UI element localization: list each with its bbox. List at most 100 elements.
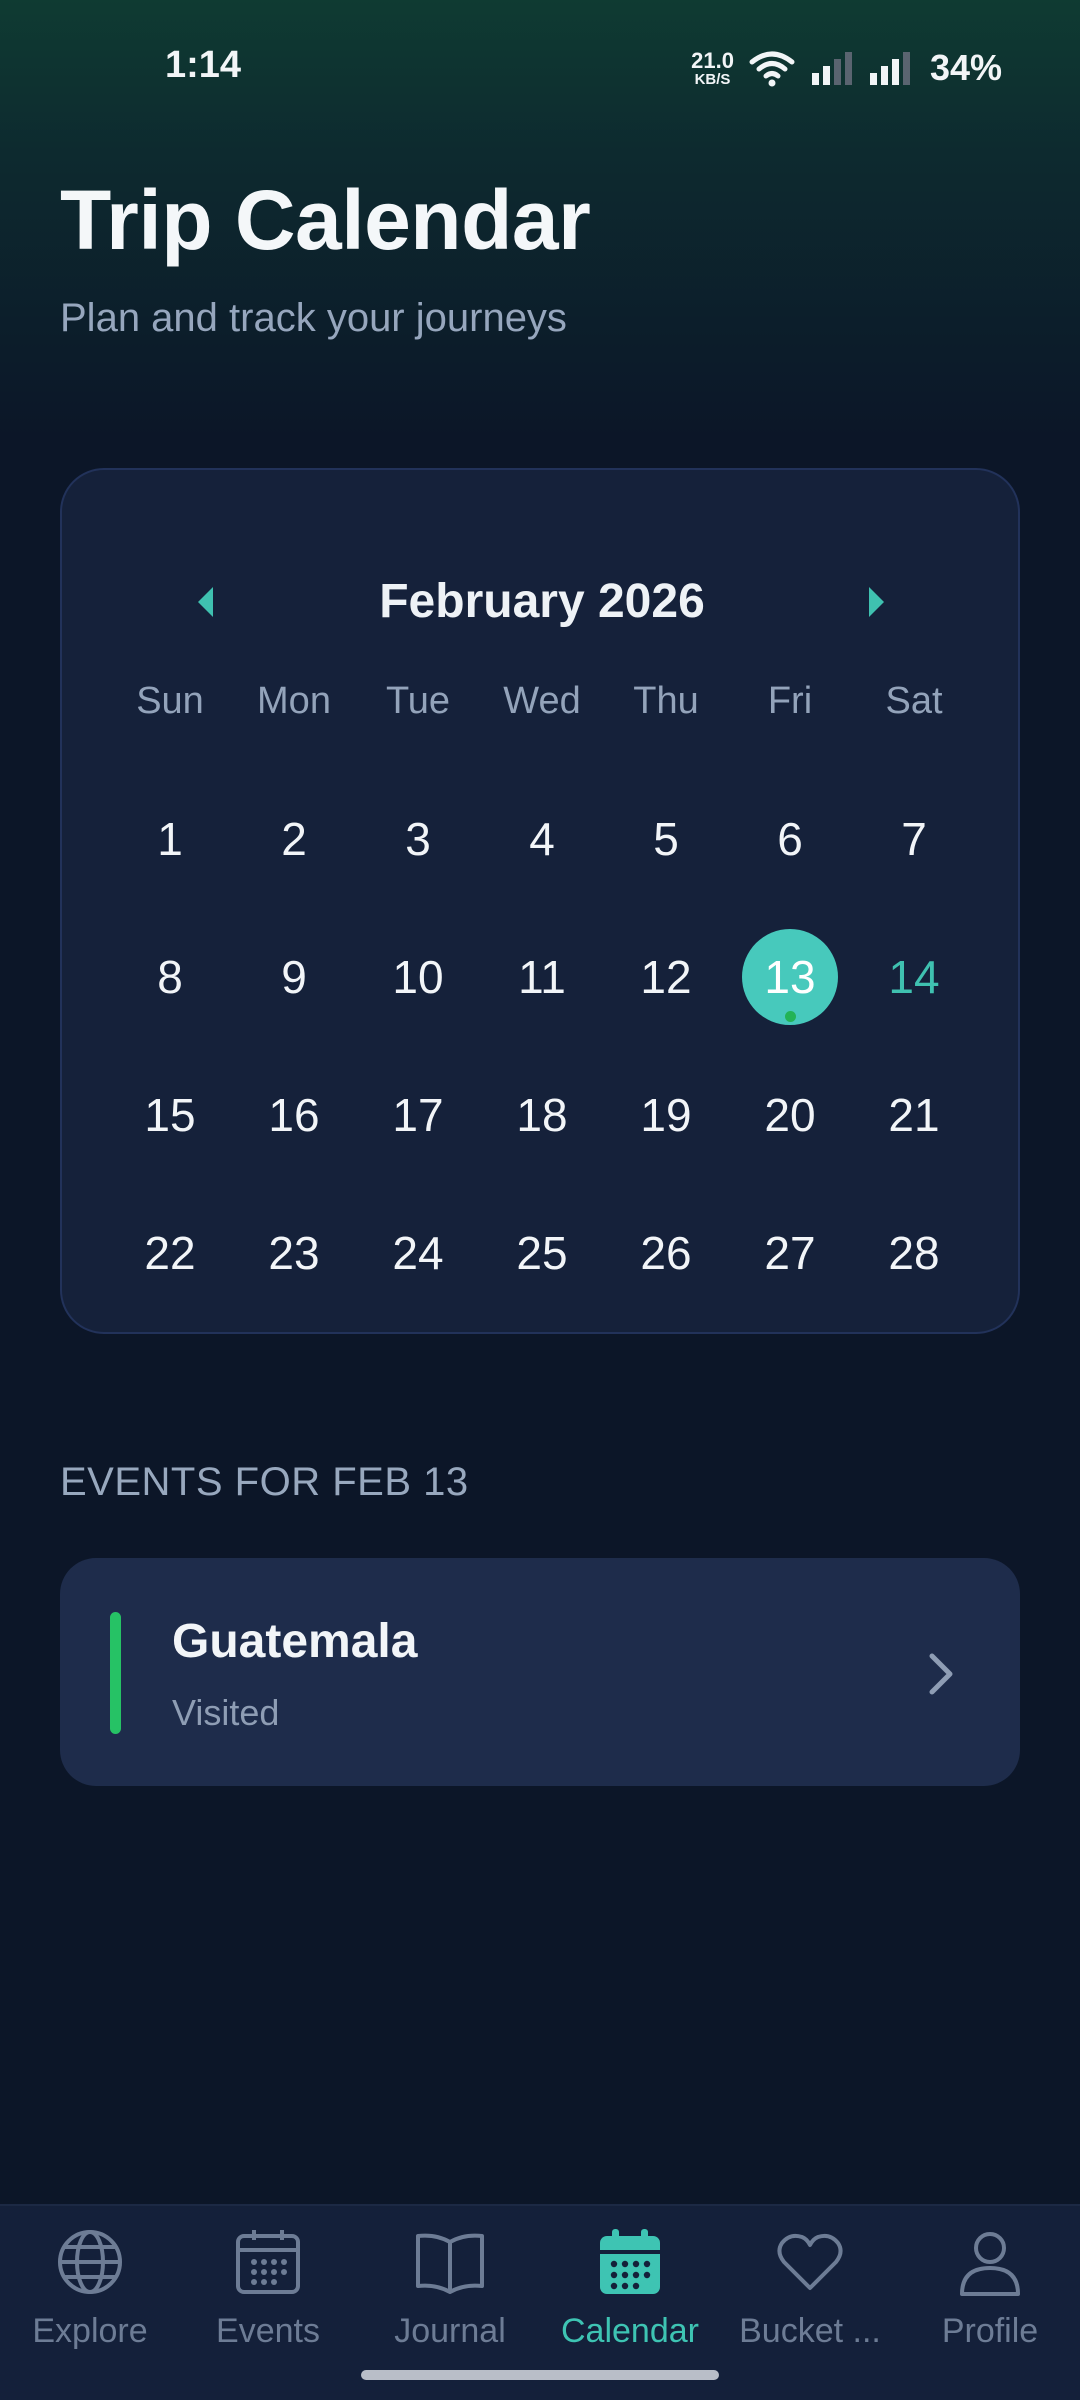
calendar-day-number: 5 (653, 813, 679, 865)
wifi-icon (749, 51, 795, 87)
calendar-filled-icon (600, 2229, 660, 2294)
calendar-day[interactable]: 15 (108, 1065, 232, 1165)
calendar-day[interactable]: 5 (604, 789, 728, 889)
network-speed-unit: KB/S (694, 70, 731, 88)
calendar-day[interactable]: 26 (604, 1203, 728, 1303)
calendar-day-number: 24 (392, 1227, 444, 1279)
page-title: Trip Calendar (60, 173, 591, 267)
calendar-day-today[interactable]: 14 (852, 927, 976, 1027)
heart-icon (777, 2233, 843, 2290)
calendar-day-number: 6 (777, 813, 803, 865)
nav-label: Calendar (561, 2312, 699, 2350)
calendar-day-number: 25 (516, 1227, 568, 1279)
nav-item-events[interactable]: Events (178, 2226, 358, 2376)
calendar-day-number: 11 (518, 951, 566, 1003)
nav-item-bucket-list[interactable]: Bucket ... (720, 2226, 900, 2376)
calendar-day[interactable]: 23 (232, 1203, 356, 1303)
calendar-day[interactable]: 18 (480, 1065, 604, 1165)
calendar-day[interactable]: 4 (480, 789, 604, 889)
calendar-day-grid: 1 2 3 4 5 6 7 8 9 10 11 12 13 14 15 16 17 18 19 20 21 22 23 24 2… (108, 770, 976, 1322)
caret-right-icon (869, 587, 884, 617)
signal-icon-sim2 (869, 52, 910, 85)
calendar-day[interactable]: 11 (480, 927, 604, 1027)
calendar-day-number: 13 (764, 951, 816, 1003)
calendar-day-number: 1 (157, 813, 183, 865)
calendar-day[interactable]: 24 (356, 1203, 480, 1303)
weekday-label: Tue (385, 680, 451, 722)
chevron-right-icon (929, 1653, 953, 1695)
calendar-day[interactable]: 12 (604, 927, 728, 1027)
calendar-week-row: 15 16 17 18 19 20 21 (108, 1046, 976, 1184)
calendar-day-number: 16 (268, 1089, 320, 1141)
calendar-day[interactable]: 1 (108, 789, 232, 889)
calendar-day-number: 22 (144, 1227, 196, 1279)
calendar-day[interactable]: 6 (728, 789, 852, 889)
status-time: 1:14 (165, 44, 242, 86)
nav-item-calendar[interactable]: Calendar (540, 2226, 720, 2376)
calendar-day-number: 23 (268, 1227, 320, 1279)
calendar-day-number: 26 (640, 1227, 692, 1279)
weekday-label: Mon (257, 680, 331, 722)
event-title: Guatemala (172, 1615, 418, 1668)
calendar-day[interactable]: 25 (480, 1203, 604, 1303)
calendar-day[interactable]: 16 (232, 1065, 356, 1165)
calendar-day-number: 15 (144, 1089, 196, 1141)
weekday-label: Wed (503, 680, 581, 722)
calendar-day-number: 12 (640, 951, 692, 1003)
event-card[interactable]: Guatemala Visited (60, 1558, 1020, 1786)
calendar-day-number: 19 (640, 1089, 692, 1141)
weekday-label: Fri (767, 680, 813, 722)
calendar-day[interactable]: 3 (356, 789, 480, 889)
weekday-label: Thu (633, 680, 699, 722)
event-status: Visited (172, 1692, 280, 1733)
calendar-day-number: 28 (888, 1227, 940, 1279)
network-speed: 21.0 KB/S (691, 47, 734, 88)
weekday-label: Sat (885, 680, 943, 722)
event-indicator-dot (785, 1011, 796, 1022)
calendar-grid-icon (236, 2230, 300, 2294)
calendar-day-number: 10 (392, 951, 444, 1003)
calendar-day-selected[interactable]: 13 (728, 927, 852, 1027)
nav-item-explore[interactable]: Explore (0, 2226, 180, 2376)
nav-item-journal[interactable]: Journal (360, 2226, 540, 2376)
calendar-day[interactable]: 27 (728, 1203, 852, 1303)
calendar-day[interactable]: 28 (852, 1203, 976, 1303)
calendar-day[interactable]: 10 (356, 927, 480, 1027)
calendar-day[interactable]: 9 (232, 927, 356, 1027)
calendar-day[interactable]: 2 (232, 789, 356, 889)
nav-label: Profile (941, 2312, 1039, 2350)
calendar-day[interactable]: 17 (356, 1065, 480, 1165)
calendar-day[interactable]: 21 (852, 1065, 976, 1165)
calendar-day-number: 7 (901, 813, 927, 865)
calendar-day-number: 14 (888, 951, 940, 1003)
nav-label: Journal (394, 2312, 506, 2350)
calendar-day[interactable]: 22 (108, 1203, 232, 1303)
calendar-day-number: 27 (764, 1227, 816, 1279)
events-section-heading: EVENTS FOR FEB 13 (60, 1460, 469, 1504)
calendar-day-number: 9 (281, 951, 307, 1003)
calendar-week-row: 22 23 24 25 26 27 28 (108, 1184, 976, 1322)
calendar-day[interactable]: 7 (852, 789, 976, 889)
calendar-day-number: 21 (888, 1089, 940, 1141)
calendar-day-number: 4 (529, 813, 555, 865)
book-open-icon (416, 2233, 484, 2294)
calendar-week-row: 1 2 3 4 5 6 7 (108, 770, 976, 908)
calendar-day-number: 18 (516, 1089, 568, 1141)
network-speed-value: 21.0 (691, 47, 734, 73)
calendar-day-number: 8 (157, 951, 183, 1003)
calendar-week-row: 8 9 10 11 12 13 14 (108, 908, 976, 1046)
calendar-day-number: 3 (405, 813, 431, 865)
globe-icon (58, 2230, 122, 2294)
calendar-day-number: 20 (764, 1089, 816, 1141)
calendar-day-number: 17 (392, 1089, 444, 1141)
calendar-day[interactable]: 8 (108, 927, 232, 1027)
signal-icon-sim1 (811, 52, 852, 85)
calendar-day[interactable]: 19 (604, 1065, 728, 1165)
calendar-header: February 2026 (62, 562, 1022, 642)
calendar-day[interactable]: 20 (728, 1065, 852, 1165)
nav-label: Bucket ... (739, 2312, 881, 2350)
home-indicator[interactable] (361, 2370, 719, 2380)
calendar-day-number: 2 (281, 813, 307, 865)
nav-item-profile[interactable]: Profile (900, 2226, 1080, 2376)
next-month-button[interactable] (836, 562, 916, 642)
